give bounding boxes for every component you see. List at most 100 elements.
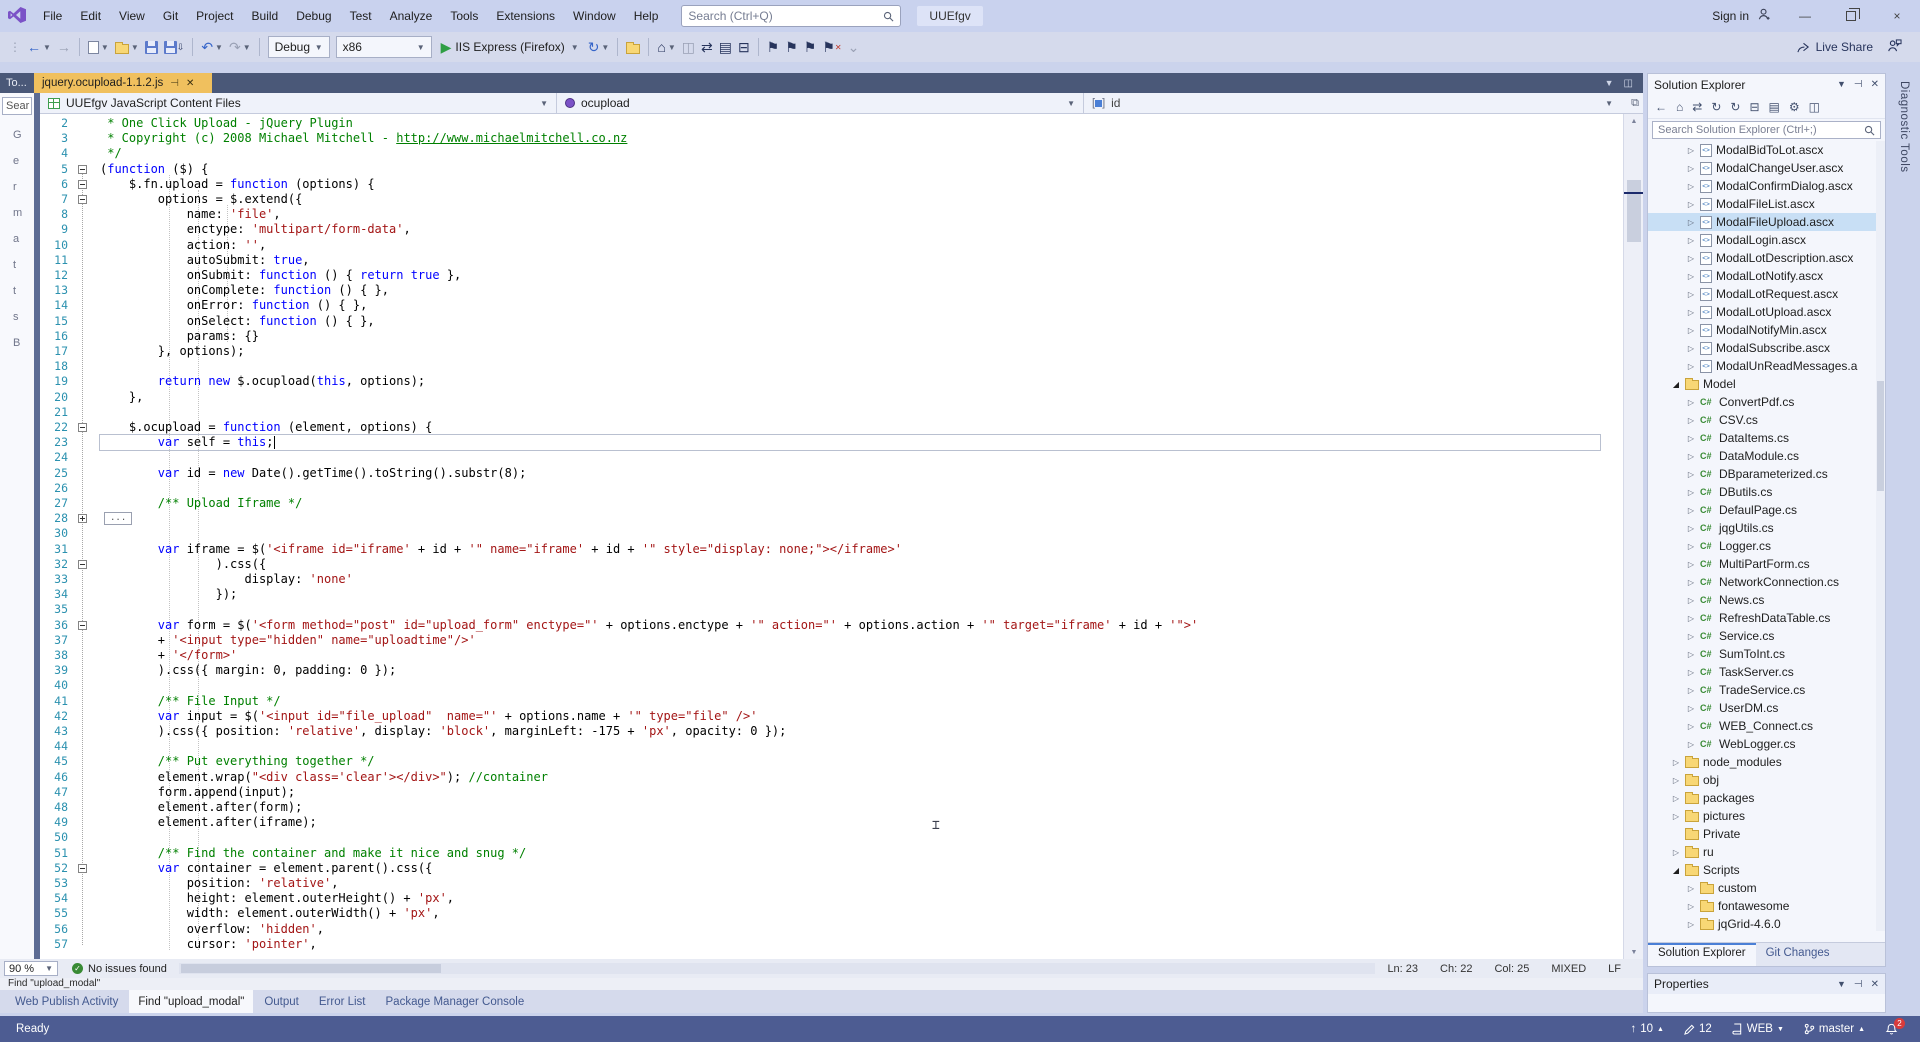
close-button[interactable]: × bbox=[1874, 0, 1920, 32]
outgoing-commits-button[interactable]: ↑ 10 ▲ bbox=[1630, 1023, 1663, 1035]
new-project-button[interactable]: ▼ bbox=[85, 35, 112, 59]
restore-button[interactable] bbox=[1828, 0, 1874, 32]
expander-icon[interactable]: ▷ bbox=[1686, 308, 1696, 317]
code-line[interactable]: 30 bbox=[40, 526, 1623, 541]
document-health-indicator[interactable]: ✓ No issues found bbox=[72, 963, 167, 975]
zoom-level-select[interactable]: 90 % ▼ bbox=[4, 961, 58, 976]
tree-item-datamodule-cs[interactable]: ▷ C# DataModule.cs bbox=[1648, 447, 1885, 465]
tree-item-private[interactable]: Private bbox=[1648, 825, 1885, 843]
close-icon[interactable]: ✕ bbox=[1871, 979, 1879, 990]
tree-item-defaulpage-cs[interactable]: ▷ C# DefaulPage.cs bbox=[1648, 501, 1885, 519]
tree-item-modallotdescription-ascx[interactable]: ▷ <> ModalLotDescription.ascx bbox=[1648, 249, 1885, 267]
expander-icon[interactable]: ▷ bbox=[1686, 182, 1696, 191]
solution-platform-select[interactable]: x86 ▼ bbox=[335, 36, 432, 58]
scroll-down-icon[interactable]: ▼ bbox=[1624, 945, 1644, 959]
tree-item-sumtoint-cs[interactable]: ▷ C# SumToInt.cs bbox=[1648, 645, 1885, 663]
tree-item-modalbidtolot-ascx[interactable]: ▷ <> ModalBidToLot.ascx bbox=[1648, 141, 1885, 159]
expander-icon[interactable]: ▷ bbox=[1686, 434, 1696, 443]
tree-item-dbparameterized-cs[interactable]: ▷ C# DBparameterized.cs bbox=[1648, 465, 1885, 483]
code-line[interactable]: 57 cursor: 'pointer', bbox=[40, 937, 1623, 952]
menu-window[interactable]: Window bbox=[564, 5, 625, 27]
code-line[interactable]: 5 (function ($) { bbox=[40, 162, 1623, 177]
iis-settings-button[interactable]: ⌂ ▼ bbox=[654, 35, 678, 59]
tree-item-logger-cs[interactable]: ▷ C# Logger.cs bbox=[1648, 537, 1885, 555]
code-line[interactable]: 19 return new $.ocupload(this, options); bbox=[40, 374, 1623, 389]
minimize-button[interactable]: — bbox=[1782, 0, 1828, 32]
code-line[interactable]: 21 bbox=[40, 405, 1623, 420]
fold-collapse-icon[interactable] bbox=[78, 863, 87, 873]
menu-extensions[interactable]: Extensions bbox=[487, 5, 564, 27]
tree-item-modalconfirmdialog-ascx[interactable]: ▷ <> ModalConfirmDialog.ascx bbox=[1648, 177, 1885, 195]
solution-configuration-select[interactable]: Debug ▼ bbox=[267, 36, 330, 58]
open-file-button[interactable]: ▼ bbox=[112, 35, 142, 59]
code-line[interactable]: 53 position: 'relative', bbox=[40, 876, 1623, 891]
code-line[interactable]: 56 overflow: 'hidden', bbox=[40, 922, 1623, 937]
publish-button[interactable] bbox=[623, 35, 643, 59]
expander-icon[interactable]: ▷ bbox=[1686, 272, 1696, 281]
tree-item-taskserver-cs[interactable]: ▷ C# TaskServer.cs bbox=[1648, 663, 1885, 681]
sign-in-button[interactable]: Sign in bbox=[1706, 9, 1755, 23]
redo-button[interactable]: ↷ ▼ bbox=[226, 35, 254, 59]
window-position-icon[interactable]: ▼ bbox=[1837, 79, 1846, 90]
line-indicator[interactable]: Ln: 23 bbox=[1387, 963, 1418, 975]
previous-bookmark-button[interactable]: ⚑ bbox=[782, 35, 801, 59]
toolbar-drag-handle[interactable]: ⋮ bbox=[6, 35, 24, 59]
split-editor-icon[interactable]: ⧉ bbox=[1631, 97, 1639, 110]
solution-explorer-search-input[interactable]: Search Solution Explorer (Ctrl+;) bbox=[1652, 121, 1881, 139]
diagnostic-tools-tab[interactable]: Diagnostic Tools bbox=[1898, 81, 1910, 173]
toolbox-collapsed-tab[interactable]: To... bbox=[0, 73, 34, 93]
code-line[interactable]: 47 form.append(input); bbox=[40, 785, 1623, 800]
code-line[interactable]: 17 }, options); bbox=[40, 344, 1623, 359]
bottom-tab-find-upload-modal-[interactable]: Find "upload_modal" bbox=[129, 990, 254, 1013]
expander-icon[interactable]: ▷ bbox=[1686, 506, 1696, 515]
code-editor[interactable]: 2 * One Click Upload - jQuery Plugin 3 * … bbox=[40, 114, 1623, 959]
expander-icon[interactable]: ◢ bbox=[1671, 866, 1681, 875]
type-dropdown[interactable]: ocupload ▼ bbox=[557, 93, 1084, 113]
tree-item-web-connect-cs[interactable]: ▷ C# WEB_Connect.cs bbox=[1648, 717, 1885, 735]
code-line[interactable]: 38 + '</form>' bbox=[40, 648, 1623, 663]
tree-item-convertpdf-cs[interactable]: ▷ C# ConvertPdf.cs bbox=[1648, 393, 1885, 411]
code-line[interactable]: 55 width: element.outerWidth() + 'px', bbox=[40, 906, 1623, 921]
expander-icon[interactable]: ▷ bbox=[1686, 362, 1696, 371]
code-line[interactable]: 28... bbox=[40, 511, 1623, 526]
file-tab-jquery-ocupload[interactable]: jquery.ocupload-1.1.2.js ⊣ ✕ bbox=[34, 73, 212, 93]
collapse-all-icon[interactable]: ⊟ bbox=[1749, 100, 1759, 114]
expander-icon[interactable]: ▷ bbox=[1686, 164, 1696, 173]
next-bookmark-button[interactable]: ⚑ bbox=[801, 35, 820, 59]
code-line[interactable]: 13 onComplete: function () { }, bbox=[40, 283, 1623, 298]
expander-icon[interactable]: ▷ bbox=[1671, 848, 1681, 857]
menu-help[interactable]: Help bbox=[625, 5, 668, 27]
code-line[interactable]: 32 ).css({ bbox=[40, 557, 1623, 572]
menu-analyze[interactable]: Analyze bbox=[381, 5, 442, 27]
browser-window-button[interactable]: ◫ bbox=[679, 35, 698, 59]
menu-test[interactable]: Test bbox=[341, 5, 381, 27]
code-line[interactable]: 18 bbox=[40, 359, 1623, 374]
format-document-button[interactable]: ▤ bbox=[716, 35, 735, 59]
format-selection-button[interactable]: ⊟ bbox=[735, 35, 753, 59]
active-files-dropdown-icon[interactable]: ▼ bbox=[1605, 78, 1614, 88]
fold-collapse-icon[interactable] bbox=[78, 423, 87, 432]
tree-item-userdm-cs[interactable]: ▷ C# UserDM.cs bbox=[1648, 699, 1885, 717]
expander-icon[interactable]: ▷ bbox=[1671, 794, 1681, 803]
code-line[interactable]: 4 */ bbox=[40, 146, 1623, 161]
code-line[interactable]: 25 var id = new Date().getTime().toStrin… bbox=[40, 466, 1623, 481]
menu-view[interactable]: View bbox=[110, 5, 154, 27]
properties-title-bar[interactable]: Properties ▼ ⊣ ✕ bbox=[1648, 974, 1885, 994]
tree-item-news-cs[interactable]: ▷ C# News.cs bbox=[1648, 591, 1885, 609]
tree-item-service-cs[interactable]: ▷ C# Service.cs bbox=[1648, 627, 1885, 645]
expander-icon[interactable]: ▷ bbox=[1686, 668, 1696, 677]
tree-item-obj[interactable]: ▷ obj bbox=[1648, 771, 1885, 789]
float-window-icon[interactable]: ◫ bbox=[1624, 78, 1633, 89]
expander-icon[interactable]: ▷ bbox=[1686, 578, 1696, 587]
clear-bookmarks-button[interactable]: ⚑ ✕ bbox=[819, 35, 844, 59]
tree-item-modalchangeuser-ascx[interactable]: ▷ <> ModalChangeUser.ascx bbox=[1648, 159, 1885, 177]
home-icon[interactable]: ⌂ bbox=[1676, 100, 1683, 114]
properties-icon[interactable]: ⚙ bbox=[1789, 100, 1800, 114]
code-line[interactable]: 54 height: element.outerHeight() + 'px', bbox=[40, 891, 1623, 906]
toggle-bookmark-button[interactable]: ⚑ bbox=[764, 35, 783, 59]
menu-git[interactable]: Git bbox=[154, 5, 187, 27]
bottom-tab-package-manager-console[interactable]: Package Manager Console bbox=[377, 990, 534, 1013]
scrollbar-thumb[interactable] bbox=[1877, 381, 1884, 491]
feedback-button[interactable] bbox=[1887, 38, 1902, 56]
tree-item-modalunreadmessages-a[interactable]: ▷ <> ModalUnReadMessages.a bbox=[1648, 357, 1885, 375]
